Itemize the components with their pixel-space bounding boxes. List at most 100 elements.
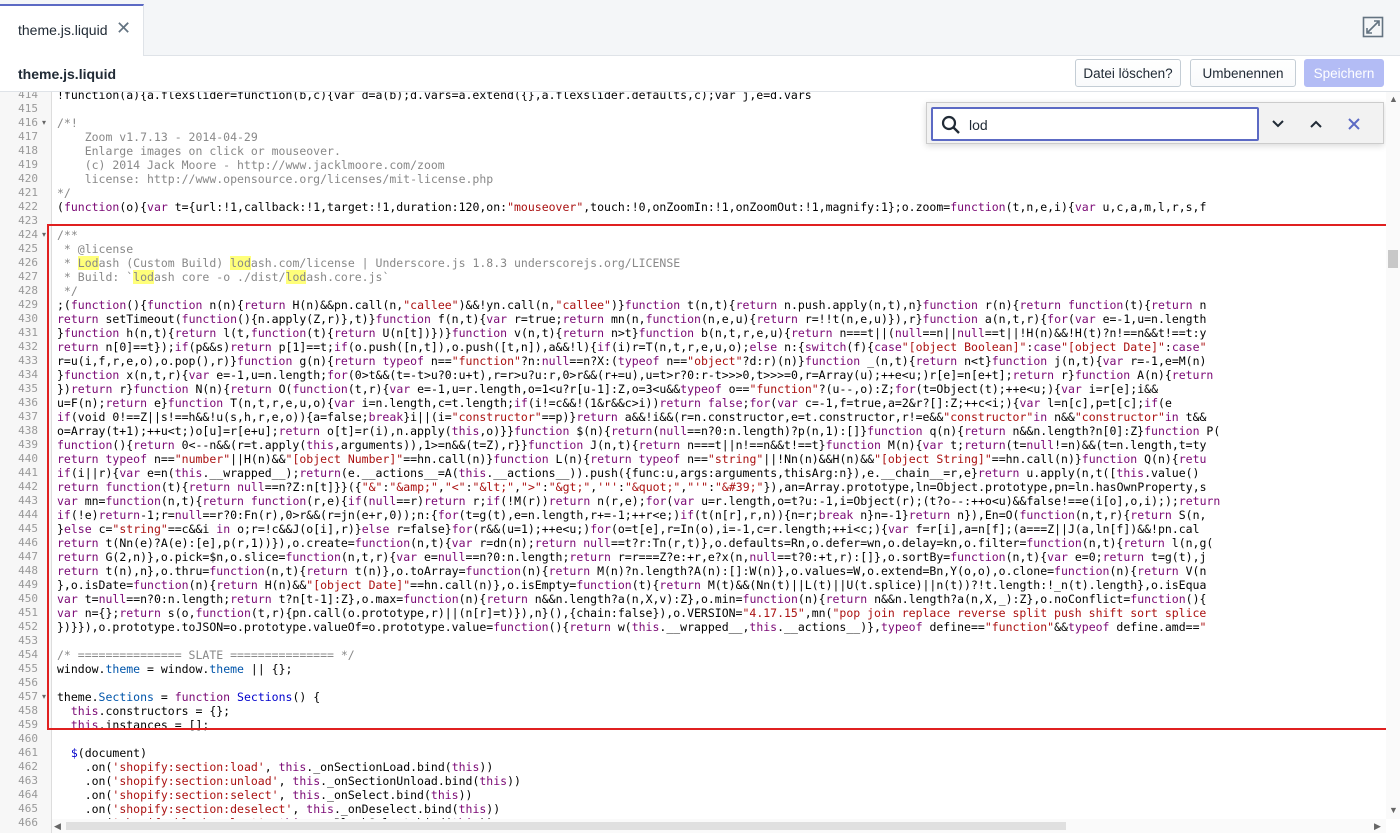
find-close-button[interactable] [1337, 107, 1371, 141]
code-line[interactable]: * Lodash (Custom Build) lodash.com/licen… [57, 256, 680, 270]
code-line[interactable]: var mn=function(n,t){return function(r,e… [57, 494, 1220, 508]
find-next-button[interactable] [1261, 107, 1295, 141]
line-number: 454 [18, 648, 38, 661]
scroll-down-arrow[interactable]: ▼ [1389, 805, 1398, 815]
code-line[interactable]: theme.Sections = function Sections() { [57, 690, 320, 704]
line-number: 450 [18, 592, 38, 605]
line-number: 416 [18, 116, 38, 129]
find-previous-button[interactable] [1299, 107, 1333, 141]
code-line[interactable]: u=F(n);return e}function T(n,t,r,e,u,o){… [57, 396, 1172, 410]
code-line[interactable]: return typeof n=="number"||H(n)&&"[objec… [57, 452, 1206, 466]
code-line[interactable]: }function x(n,t,r){var e=-1,u=n.length;f… [57, 368, 1213, 382]
find-query: lod [969, 117, 988, 133]
code-line[interactable]: */ [57, 186, 71, 200]
line-number: 438 [18, 424, 38, 437]
line-number: 432 [18, 340, 38, 353]
code-line[interactable]: (c) 2014 Jack Moore - http://www.jacklmo… [57, 158, 445, 172]
code-line[interactable]: window.theme = window.theme || {}; [57, 662, 292, 676]
fold-toggle-icon[interactable]: ▾ [42, 116, 46, 130]
code-line[interactable]: /*! [57, 116, 78, 130]
find-widget: lod [926, 102, 1384, 144]
code-line[interactable]: return t(n),n},o.thru=function(n,t){retu… [57, 564, 1206, 578]
line-number: 433 [18, 354, 38, 367]
delete-file-button[interactable]: Datei löschen? [1075, 59, 1181, 87]
line-number: 439 [18, 438, 38, 451]
close-icon [1348, 118, 1360, 130]
fullscreen-icon[interactable] [1362, 16, 1384, 38]
code-editor[interactable]: 414 415 416 ▾ 417 418 419 420 421 422 423 424 ▾ 425 42… [0, 92, 1400, 833]
code-line[interactable]: return t(Nn(e)?A(e):[e],p(r,1))}),o.crea… [57, 536, 1213, 550]
code-line[interactable]: this.instances = []; [57, 718, 209, 732]
code-line[interactable]: */ [57, 284, 78, 298]
line-number: 429 [18, 298, 38, 311]
code-line[interactable]: })return r}function N(n){return O(functi… [57, 382, 1158, 396]
line-number: 460 [18, 732, 38, 745]
code-line[interactable]: .on('shopify:section:load', this._onSect… [57, 760, 494, 774]
code-line[interactable]: }else c="string"==c&&i in o;r=!c&&J(o[i]… [57, 522, 1200, 536]
code-line[interactable]: * @license [57, 242, 133, 256]
code-line[interactable]: * Build: `lodash core -o ./dist/lodash.c… [57, 270, 389, 284]
code-line[interactable]: .on('shopify:section:select', this._onSe… [57, 788, 473, 802]
find-input[interactable]: lod [931, 107, 1259, 141]
fold-toggle-icon[interactable]: ▾ [42, 228, 46, 242]
code-line[interactable]: return setTimeout(function(){n.apply(Z,r… [57, 312, 1206, 326]
code-line[interactable]: ;(function(){function n(n){return H(n)&&… [57, 298, 1206, 312]
code-line[interactable]: r=u(i,f,r,e,o),o.pop(),r)}function g(n){… [57, 354, 1206, 368]
line-number: 447 [18, 550, 38, 563]
close-tab-icon[interactable]: ✕ [116, 18, 131, 38]
line-number: 415 [18, 102, 38, 115]
vertical-scrollbar[interactable]: ▲ ▼ [1386, 92, 1400, 819]
save-button[interactable]: Speichern [1304, 59, 1384, 87]
tab-theme-js[interactable]: theme.js.liquid ✕ [0, 4, 144, 56]
code-area[interactable]: !function(a){a.flexslider=function(b,c){… [57, 92, 1385, 833]
code-line[interactable]: $(document) [57, 746, 147, 760]
fold-toggle-icon[interactable]: ▾ [42, 690, 46, 704]
code-line[interactable]: function(){return 0<--n&&(r=t.apply(this… [57, 438, 1206, 452]
code-line[interactable]: .on('shopify:section:deselect', this._on… [57, 802, 500, 816]
scroll-up-arrow[interactable]: ▲ [1389, 94, 1398, 104]
line-number: 442 [18, 480, 38, 493]
line-number: 448 [18, 564, 38, 577]
horizontal-scrollbar[interactable]: ◀ ▶ [52, 819, 1386, 833]
code-line[interactable]: if(!e)return-1;r=null==r?0:Fn(r),0>r&&(r… [57, 508, 1206, 522]
file-title: theme.js.liquid [18, 66, 117, 82]
code-line[interactable]: var n={};return s(o,function(t,r){pn.cal… [57, 606, 1206, 620]
line-number: 457 [18, 690, 38, 703]
code-line[interactable]: return G(2,n)},o.pick=$n,o.slice=functio… [57, 550, 1206, 564]
code-line[interactable]: .on('shopify:section:unload', this._onSe… [57, 774, 521, 788]
vertical-scroll-thumb[interactable] [1388, 250, 1398, 268]
code-line[interactable]: o=Array(t+1);++u<t;)o[u]=r[e+u];return o… [57, 424, 1220, 438]
line-number: 417 [18, 130, 38, 143]
chevron-down-icon [1272, 120, 1284, 128]
horizontal-scroll-thumb[interactable] [66, 822, 1066, 830]
code-line[interactable]: }function h(n,t){return l(t,function(t){… [57, 326, 1206, 340]
tab-label: theme.js.liquid [18, 22, 108, 38]
file-header: theme.js.liquid Datei löschen? Umbenenne… [0, 56, 1400, 92]
code-line[interactable]: return n[0]==t});if(p&&s)return p[1]==t;… [57, 340, 1207, 354]
line-number: 465 [18, 802, 38, 815]
code-line[interactable]: })}}),o.prototype.toJSON=o.prototype.val… [57, 620, 1206, 634]
line-number: 461 [18, 746, 38, 759]
code-line[interactable]: if(i||r){var e=n(this.__wrapped__);retur… [57, 466, 1199, 480]
scroll-right-arrow[interactable]: ▶ [1374, 821, 1381, 831]
code-line[interactable]: var t=null==n?0:n.length;return t?n[t-1]… [57, 592, 1206, 606]
code-line[interactable]: if(void 0!==Z||s!==h&&!u(s,h,r,e,o)){a=f… [57, 410, 1206, 424]
code-line[interactable]: this.constructors = {}; [57, 704, 230, 718]
line-number: 418 [18, 144, 38, 157]
code-line[interactable]: },o.isDate=function(n){return H(n)&&"[ob… [57, 578, 1206, 592]
code-line[interactable]: Enlarge images on click or mouseover. [57, 144, 341, 158]
code-line[interactable]: /* =============== SLATE ===============… [57, 648, 355, 662]
line-number: 420 [18, 172, 38, 185]
scroll-left-arrow[interactable]: ◀ [54, 821, 61, 831]
line-number-gutter: 414 415 416 ▾ 417 418 419 420 421 422 423 424 ▾ 425 42… [0, 92, 52, 833]
code-line[interactable]: return function(t){return null==n?Z:n[t]… [57, 480, 1207, 494]
code-line[interactable]: /** [57, 228, 78, 242]
code-line[interactable]: (function(o){var t={url:!1,callback:!1,t… [57, 200, 1206, 214]
code-line[interactable]: Zoom v1.7.13 - 2014-04-29 [57, 130, 258, 144]
rename-button[interactable]: Umbenennen [1190, 59, 1296, 87]
code-line[interactable]: license: http://www.opensource.org/licen… [57, 172, 494, 186]
line-number: 462 [18, 760, 38, 773]
code-line[interactable]: !function(a){a.flexslider=function(b,c){… [57, 92, 812, 102]
line-number: 449 [18, 578, 38, 591]
line-number: 459 [18, 718, 38, 731]
